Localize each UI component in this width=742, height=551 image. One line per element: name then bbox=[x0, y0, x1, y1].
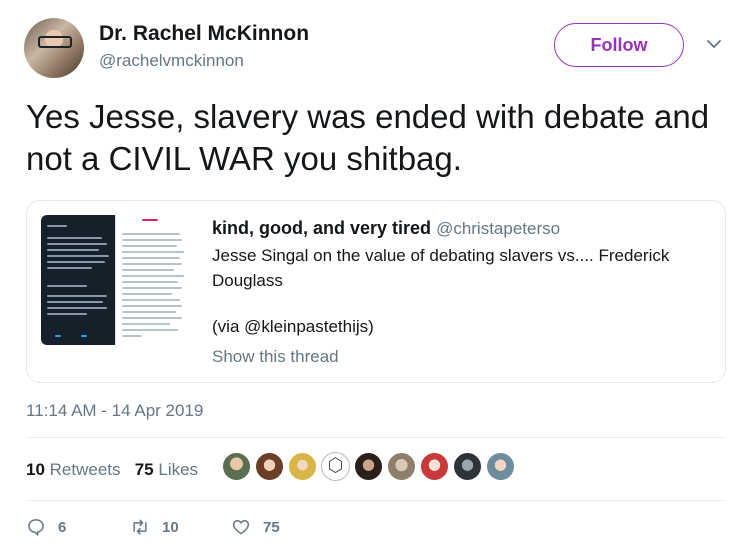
retweets-label: Retweets bbox=[49, 460, 121, 479]
liker-avatar[interactable] bbox=[486, 452, 515, 481]
retweets-count: 10 bbox=[26, 460, 45, 479]
tweet-text: Yes Jesse, slavery was ended with debate… bbox=[26, 98, 710, 177]
heart-icon bbox=[232, 520, 250, 535]
chevron-down-icon[interactable] bbox=[706, 36, 722, 52]
liker-avatar[interactable] bbox=[321, 452, 350, 481]
show-thread-link[interactable]: Show this thread bbox=[212, 347, 339, 367]
thumbnail-light-screenshot bbox=[115, 215, 189, 345]
retweet-count: 10 bbox=[162, 518, 179, 536]
likers-avatars bbox=[222, 452, 519, 484]
follow-button[interactable]: Follow bbox=[554, 23, 684, 67]
liker-avatar[interactable] bbox=[420, 452, 449, 481]
retweet-button[interactable]: 10 bbox=[130, 512, 179, 542]
reply-count: 6 bbox=[58, 518, 67, 536]
engagement-stats: 10 Retweets 75 Likes bbox=[26, 460, 198, 480]
liker-avatar[interactable] bbox=[453, 452, 482, 481]
quoted-author-handle: @christapeterso bbox=[436, 219, 561, 238]
retweets-stat[interactable]: 10 Retweets bbox=[26, 460, 121, 479]
divider bbox=[26, 437, 726, 438]
tweet-header: Dr. Rachel McKinnon @rachelvmckinnon Fol… bbox=[24, 18, 722, 78]
reply-button[interactable]: 6 bbox=[26, 512, 66, 542]
liker-avatar[interactable] bbox=[255, 452, 284, 481]
reply-icon bbox=[28, 519, 44, 536]
liker-avatar[interactable] bbox=[222, 452, 251, 481]
quoted-author[interactable]: kind, good, and very tired @christapeter… bbox=[212, 218, 560, 239]
likes-label: Likes bbox=[158, 460, 199, 479]
like-count: 75 bbox=[263, 518, 280, 536]
tweet-timestamp[interactable]: 11:14 AM - 14 Apr 2019 bbox=[26, 401, 203, 421]
author-handle[interactable]: @rachelvmckinnon bbox=[99, 51, 244, 71]
quoted-author-name: kind, good, and very tired bbox=[212, 218, 432, 238]
author-avatar[interactable] bbox=[24, 18, 84, 78]
thumbnail-dark-screenshot bbox=[41, 215, 115, 345]
retweet-icon bbox=[133, 519, 147, 535]
liker-avatar[interactable] bbox=[288, 452, 317, 481]
like-button[interactable]: 75 bbox=[231, 512, 280, 542]
quoted-tweet-card[interactable]: kind, good, and very tired @christapeter… bbox=[26, 200, 726, 383]
tweet-actions: 6 10 75 bbox=[26, 512, 726, 542]
quoted-tweet-thumbnail[interactable] bbox=[41, 215, 189, 345]
likes-count: 75 bbox=[134, 460, 154, 479]
author-name[interactable]: Dr. Rachel McKinnon bbox=[99, 22, 309, 46]
likes-stat[interactable]: 75 Likes bbox=[135, 460, 198, 479]
divider bbox=[26, 500, 726, 501]
liker-avatar[interactable] bbox=[354, 452, 383, 481]
liker-avatar[interactable] bbox=[387, 452, 416, 481]
quoted-tweet-via: (via @kleinpastethijs) bbox=[212, 317, 374, 336]
quoted-tweet-text: Jesse Singal on the value of debating sl… bbox=[212, 246, 670, 290]
